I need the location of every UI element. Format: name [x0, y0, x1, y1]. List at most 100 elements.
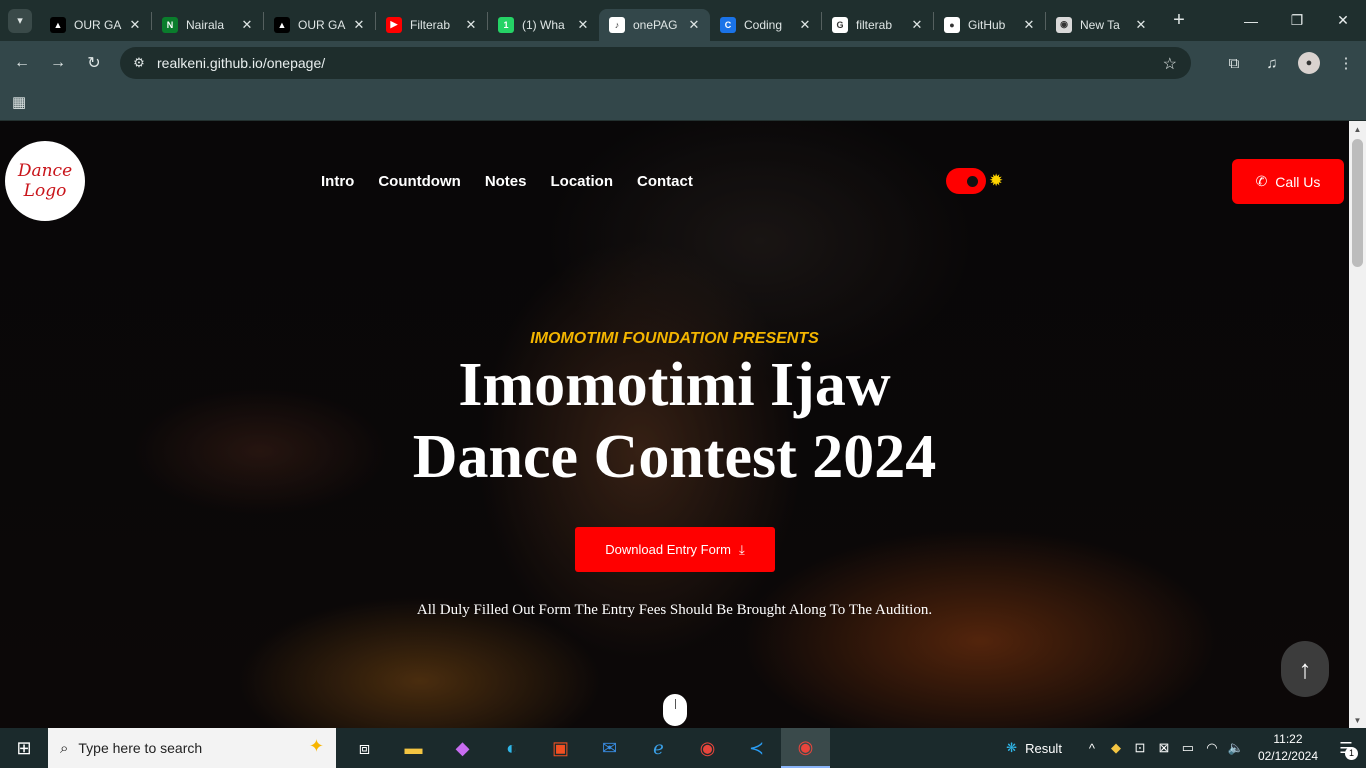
scroll-down-arrow[interactable]: ▼	[1349, 712, 1366, 728]
mail-icon[interactable]: ✉	[585, 728, 634, 768]
battery-icon[interactable]: ▭	[1176, 740, 1200, 756]
nav-location[interactable]: Location	[551, 173, 614, 190]
vscode-icon[interactable]: ≺	[732, 728, 781, 768]
internet-explorer-icon[interactable]: ℯ	[634, 728, 683, 768]
tab-title: Coding	[744, 17, 783, 32]
restore-button[interactable]: ❐	[1274, 0, 1320, 41]
nav-countdown[interactable]: Countdown	[378, 173, 460, 190]
windows-start-button[interactable]: ⊞	[0, 728, 48, 768]
apps-grid-icon[interactable]: ▦	[12, 93, 26, 111]
microsoft-store-icon[interactable]: ▣	[536, 728, 585, 768]
close-tab-icon[interactable]: ✕	[797, 17, 813, 33]
whatsapp-icon: 1	[498, 16, 514, 33]
github-icon: ●	[944, 16, 960, 33]
site-info-icon[interactable]: ⚙	[126, 55, 152, 71]
tray-app-icon[interactable]: ◆	[1104, 740, 1128, 756]
camera-icon[interactable]: ⊡	[1128, 740, 1152, 756]
close-window-button[interactable]: ✕	[1320, 0, 1366, 41]
browser-tab[interactable]: ▲ OUR GA ✕	[264, 9, 375, 41]
call-us-label: Call Us	[1275, 173, 1321, 190]
copilot-sparkle-icon: ✦	[308, 736, 324, 756]
file-explorer-icon[interactable]: ▬	[389, 728, 438, 768]
close-tab-icon[interactable]: ✕	[686, 17, 702, 33]
browser-tab[interactable]: N Nairala ✕	[152, 9, 263, 41]
nav-notes[interactable]: Notes	[485, 173, 527, 190]
entry-note: All Duly Filled Out Form The Entry Fees …	[416, 602, 933, 618]
tab-title: OUR GA	[298, 17, 346, 32]
close-tab-icon[interactable]: ✕	[1133, 17, 1149, 33]
close-tab-icon[interactable]: ✕	[909, 17, 925, 33]
browser-tab[interactable]: C Coding ✕	[710, 9, 821, 41]
scrollbar-thumb[interactable]	[1352, 139, 1363, 267]
bookmark-star-icon[interactable]: ☆	[1163, 54, 1177, 74]
browser-tab[interactable]: ▲ OUR GA ✕	[40, 9, 151, 41]
address-bar[interactable]: ⚙ realkeni.github.io/onepage/ ☆	[120, 47, 1191, 79]
profile-avatar[interactable]: ●	[1298, 52, 1320, 74]
presents-subtitle: IMOMOTIMI FOUNDATION PRESENTS	[530, 330, 819, 347]
chrome-active-icon[interactable]: ◉	[781, 728, 830, 768]
windows-logo-icon: ⊞	[16, 737, 32, 758]
close-tab-icon[interactable]: ✕	[127, 17, 143, 33]
task-view-icon[interactable]: ⧈	[340, 728, 389, 768]
hero-title: Imomotimi Ijaw Dance Contest 2024	[0, 349, 1349, 493]
phone-icon: ✆	[1255, 173, 1268, 189]
browser-tab[interactable]: ▶ Filterab ✕	[376, 9, 487, 41]
bookmark-bar: ▦	[0, 85, 1366, 121]
taskbar: ⊞ ⌕ Type here to search ✦ ⧈ ▬ ◆ ◐ ▣ ✉ ℯ …	[0, 728, 1366, 768]
theme-toggle[interactable]	[946, 168, 986, 194]
browser-tab[interactable]: ♪ onePAG ✕	[599, 8, 710, 41]
dance-logo[interactable]: Dance Logo	[5, 141, 85, 221]
sun-icon: ✹	[989, 171, 1004, 190]
minimize-button[interactable]: —	[1228, 0, 1274, 41]
url-text[interactable]: realkeni.github.io/onepage/	[157, 55, 325, 71]
logo-line-1: Dance	[17, 161, 73, 181]
scroll-mouse-icon[interactable]	[663, 694, 687, 726]
notification-center-icon[interactable]: ☰1	[1332, 739, 1360, 760]
edge-icon[interactable]: ◐	[487, 728, 536, 768]
hero-title-line-1: Imomotimi Ijaw	[458, 351, 891, 419]
close-tab-icon[interactable]: ✕	[463, 17, 479, 33]
clock[interactable]: 11:22 02/12/2024	[1258, 731, 1318, 765]
taskbar-search[interactable]: ⌕ Type here to search ✦	[48, 728, 336, 768]
wifi-icon[interactable]: ◠	[1200, 740, 1224, 756]
weather-label: Result	[1025, 740, 1062, 756]
browser-tab[interactable]: 1 (1) Wha ✕	[488, 9, 599, 41]
extensions-icon[interactable]: ⧉	[1222, 47, 1246, 79]
tab-strip: ▾ ▲ OUR GA ✕ N Nairala ✕ ▲ OUR GA ✕ ▶ Filterab ✕ 1 (1…	[0, 0, 1366, 41]
security-icon[interactable]: ⊠	[1152, 740, 1176, 756]
volume-icon[interactable]: 🔈	[1224, 740, 1248, 756]
call-us-button[interactable]: ✆ Call Us	[1232, 159, 1344, 204]
close-tab-icon[interactable]: ✕	[1021, 17, 1037, 33]
system-tray: ❋ Result ^ ◆ ⊡ ⊠ ▭ ◠ 🔈 11:22 02/12/2024 …	[1006, 728, 1366, 768]
page-viewport: Dance Logo Intro Countdown Notes Locatio…	[0, 121, 1349, 728]
reload-button[interactable]: ↻	[78, 47, 110, 79]
scroll-up-arrow[interactable]: ▲	[1349, 121, 1366, 137]
forward-button[interactable]: →	[42, 47, 74, 79]
close-tab-icon[interactable]: ✕	[575, 17, 591, 33]
back-button[interactable]: ←	[6, 47, 38, 79]
media-control-icon[interactable]: ♫	[1260, 47, 1284, 79]
search-placeholder: Type here to search	[78, 740, 203, 756]
new-tab-button[interactable]: +	[1165, 7, 1193, 35]
download-icon: ⤓	[738, 541, 745, 557]
close-tab-icon[interactable]: ✕	[351, 17, 367, 33]
notification-badge: 1	[1345, 747, 1358, 760]
close-tab-icon[interactable]: ✕	[239, 17, 255, 33]
back-to-top-button[interactable]: ↑	[1281, 641, 1329, 697]
browser-tab[interactable]: Gfilterab ✕	[822, 9, 933, 41]
chevron-up-icon[interactable]: ^	[1080, 741, 1104, 756]
dance-logo-icon: ♪	[609, 16, 625, 33]
chrome-icon[interactable]: ◉	[683, 728, 732, 768]
page-scrollbar[interactable]: ▲ ▼	[1349, 121, 1366, 728]
arrow-right-icon: →	[50, 54, 66, 71]
browser-tab[interactable]: ● GitHub ✕	[934, 9, 1045, 41]
tab-search-button[interactable]: ▾	[8, 8, 32, 33]
browser-tab[interactable]: ◉ New Ta ✕	[1046, 9, 1157, 41]
download-entry-form-button[interactable]: Download Entry Form ⤓	[575, 527, 775, 572]
copilot-icon[interactable]: ◆	[438, 728, 487, 768]
menu-kebab-icon[interactable]: ⋮	[1334, 47, 1358, 79]
nav-intro[interactable]: Intro	[321, 173, 354, 190]
reload-icon: ↻	[87, 55, 101, 72]
nav-contact[interactable]: Contact	[637, 173, 693, 190]
weather-widget[interactable]: ❋ Result	[1006, 740, 1062, 756]
